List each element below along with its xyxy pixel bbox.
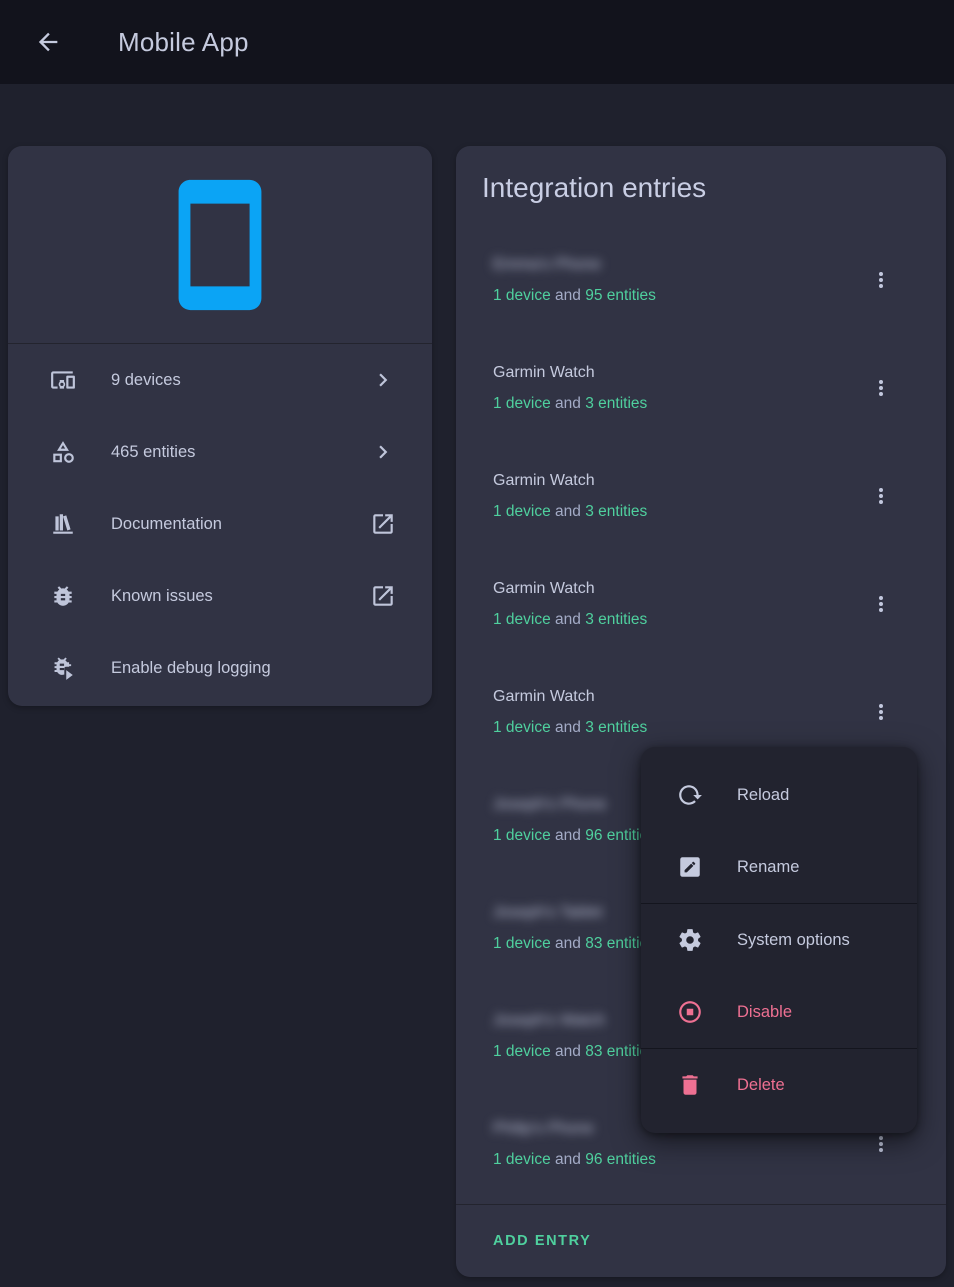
chevron-right-icon <box>370 367 396 393</box>
entry-entity-count: 3 entities <box>585 503 647 520</box>
dots-vertical-icon <box>869 700 893 724</box>
app-bar: Mobile App <box>0 0 954 84</box>
entry-entity-count: 3 entities <box>585 611 647 628</box>
entry-conjunction: and <box>555 719 581 736</box>
info-row-label: 9 devices <box>111 371 370 390</box>
context-menu-item-label: Disable <box>737 1003 792 1022</box>
entry-device-count: 1 device <box>493 719 551 736</box>
entry-name: Garmin Watch <box>493 577 823 601</box>
context-menu-item[interactable]: System options <box>641 904 917 976</box>
entry-menu-button[interactable] <box>869 484 893 508</box>
library-icon <box>50 511 76 537</box>
integration-links: 9 devices 465 entities Documentation Kno… <box>8 344 432 704</box>
entry-device-count: 1 device <box>493 935 551 952</box>
entry-device-count: 1 device <box>493 827 551 844</box>
cellphone-icon <box>149 174 291 316</box>
chevron-right-icon <box>370 439 396 465</box>
info-row[interactable]: Enable debug logging <box>8 632 432 704</box>
open-in-new-icon <box>370 511 396 537</box>
integration-entry-row[interactable]: Garmin Watch 1 device and 3 entities <box>456 550 946 658</box>
entry-conjunction: and <box>555 935 581 952</box>
integration-entry-row[interactable]: Garmin Watch 1 device and 3 entities <box>456 334 946 442</box>
entry-entity-count: 3 entities <box>585 395 647 412</box>
open-in-new-icon <box>370 583 396 609</box>
dots-vertical-icon <box>869 484 893 508</box>
context-menu-item[interactable]: Rename <box>641 831 917 903</box>
entry-context-menu: Reload Rename System options Disable Del… <box>641 747 917 1133</box>
entry-name: Garmin Watch <box>493 469 823 493</box>
dots-vertical-icon <box>869 268 893 292</box>
delete-icon <box>677 1072 703 1098</box>
entries-card-footer: ADD ENTRY <box>456 1204 946 1277</box>
entry-conjunction: and <box>555 287 581 304</box>
entry-name: Emma's Phone <box>493 253 823 277</box>
entry-menu-button[interactable] <box>869 1132 893 1156</box>
entry-entity-count: 95 entities <box>585 287 656 304</box>
pencil-box-icon <box>677 854 703 880</box>
context-menu-item[interactable]: Disable <box>641 976 917 1048</box>
integration-entry-row[interactable]: Emma's Phone 1 device and 95 entities <box>456 226 946 334</box>
entry-entity-count: 3 entities <box>585 719 647 736</box>
back-button[interactable] <box>34 28 62 56</box>
info-row[interactable]: Known issues <box>8 560 432 632</box>
entry-menu-button[interactable] <box>869 376 893 400</box>
entry-name: Garmin Watch <box>493 685 823 709</box>
reload-icon <box>677 782 703 808</box>
entry-conjunction: and <box>555 395 581 412</box>
shape-outline-icon <box>50 439 76 465</box>
entry-menu-button[interactable] <box>869 268 893 292</box>
entry-device-count: 1 device <box>493 287 551 304</box>
context-menu-item[interactable]: Reload <box>641 759 917 831</box>
context-menu-item-label: Rename <box>737 858 799 877</box>
context-menu-item-label: Reload <box>737 786 789 805</box>
info-row-label: Documentation <box>111 515 370 534</box>
entry-device-count: 1 device <box>493 1151 551 1168</box>
entries-card-title: Integration entries <box>482 170 920 206</box>
entry-conjunction: and <box>555 1043 581 1060</box>
context-menu-item-label: System options <box>737 931 850 950</box>
entry-entity-count: 96 entities <box>585 1151 656 1168</box>
dots-vertical-icon <box>869 376 893 400</box>
info-row[interactable]: 9 devices <box>8 344 432 416</box>
entry-conjunction: and <box>555 827 581 844</box>
context-menu-item[interactable]: Delete <box>641 1049 917 1121</box>
info-row-label: Enable debug logging <box>111 659 396 678</box>
entry-device-count: 1 device <box>493 1043 551 1060</box>
stop-circle-outline-icon <box>677 999 703 1025</box>
bug-play-icon <box>50 655 76 681</box>
entry-device-count: 1 device <box>493 611 551 628</box>
add-entry-button[interactable]: ADD ENTRY <box>493 1233 591 1249</box>
entry-menu-button[interactable] <box>869 700 893 724</box>
entry-conjunction: and <box>555 611 581 628</box>
entry-name: Garmin Watch <box>493 361 823 385</box>
arrow-left-icon <box>34 28 62 56</box>
integration-info-card: 9 devices 465 entities Documentation Kno… <box>8 146 432 706</box>
entry-device-count: 1 device <box>493 395 551 412</box>
integration-entry-row[interactable]: Garmin Watch 1 device and 3 entities <box>456 442 946 550</box>
page-title: Mobile App <box>118 27 249 58</box>
entry-menu-button[interactable] <box>869 592 893 616</box>
info-row[interactable]: Documentation <box>8 488 432 560</box>
bug-icon <box>50 583 76 609</box>
entry-conjunction: and <box>555 1151 581 1168</box>
info-row[interactable]: 465 entities <box>8 416 432 488</box>
integration-icon-area <box>8 146 432 344</box>
dots-vertical-icon <box>869 1132 893 1156</box>
entry-device-count: 1 device <box>493 503 551 520</box>
entry-conjunction: and <box>555 503 581 520</box>
info-row-label: 465 entities <box>111 443 370 462</box>
info-row-label: Known issues <box>111 587 370 606</box>
dots-vertical-icon <box>869 592 893 616</box>
devices-icon <box>50 367 76 393</box>
context-menu-item-label: Delete <box>737 1076 785 1095</box>
cog-icon <box>677 927 703 953</box>
